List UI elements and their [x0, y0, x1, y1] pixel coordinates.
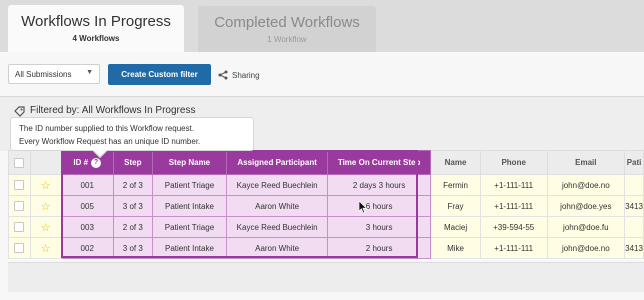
cell-id: 001	[60, 174, 114, 196]
share-icon	[218, 70, 228, 80]
cell-participant: Aaron White	[226, 195, 328, 217]
workflow-table: ID #? Step Step Name Assigned Participan…	[8, 150, 644, 260]
select-all-checkbox[interactable]	[8, 150, 31, 175]
tooltip-line: Every Workflow Request has an unique ID …	[19, 137, 201, 146]
cell-extra	[624, 174, 644, 196]
column-header-label: ID #	[73, 157, 89, 167]
cell-extra	[624, 216, 644, 238]
column-header-step[interactable]: Step	[112, 150, 153, 175]
cell-time: 2 days 3 hours	[326, 174, 432, 196]
cell-phone: +1-111-111	[479, 237, 548, 259]
table-row[interactable]: ☆ 002 3 of 3 Patient Intake Aaron White …	[8, 237, 644, 259]
cell-name: Mike	[430, 237, 481, 259]
tab-title: Workflows In Progress	[21, 13, 171, 30]
cell-step-name: Patient Triage	[151, 216, 228, 238]
submissions-select-value: All Submissions	[15, 70, 72, 79]
table-row[interactable]: ☆ 001 2 of 3 Patient Triage Kayce Reed B…	[8, 174, 644, 196]
tooltip-line: The ID number supplied to this Workflow …	[19, 124, 195, 133]
column-header-id[interactable]: ID #?	[60, 150, 114, 175]
tab-subtitle: 4 Workflows	[72, 34, 120, 43]
cell-step: 2 of 3	[112, 216, 153, 238]
cell-email: john@doe.no	[546, 237, 626, 259]
sharing-label: Sharing	[232, 70, 260, 80]
column-header-phone[interactable]: Phone	[479, 150, 548, 175]
tag-icon	[14, 106, 25, 117]
row-checkbox[interactable]	[8, 237, 31, 259]
tab-completed-workflows[interactable]: Completed Workflows 1 Workflow	[198, 6, 376, 52]
main-panel: All Submissions ▼ Create Custom filter S…	[0, 52, 644, 300]
help-icon[interactable]: ?	[91, 157, 102, 168]
cell-step: 3 of 3	[112, 237, 153, 259]
row-checkbox[interactable]	[8, 195, 31, 217]
column-header-time-on-current-step[interactable]: Time On Current Step	[326, 150, 432, 175]
filter-label: Filtered by:	[30, 105, 80, 116]
table-footer	[8, 262, 644, 292]
cell-phone: +1-111-111	[479, 195, 548, 217]
cell-participant: Kayce Reed Buechlein	[226, 174, 328, 196]
cell-extra: 3413	[624, 237, 644, 259]
filter-bar: Filtered by: All Workflows In Progress T…	[0, 96, 644, 159]
cell-time: 3 hours	[326, 216, 432, 238]
create-custom-filter-button[interactable]: Create Custom filter	[108, 64, 211, 85]
chevron-down-icon: ▼	[86, 69, 93, 76]
tab-title: Completed Workflows	[214, 14, 360, 31]
cell-participant: Aaron White	[226, 237, 328, 259]
cell-id: 005	[60, 195, 114, 217]
cell-time: 2 hours	[326, 237, 432, 259]
column-header-name[interactable]: Name	[430, 150, 481, 175]
star-icon[interactable]: ☆	[29, 237, 62, 259]
column-header-email[interactable]: Email	[546, 150, 626, 175]
cell-step: 2 of 3	[112, 174, 153, 196]
cell-name: Fray	[430, 195, 481, 217]
cell-step-name: Patient Intake	[151, 195, 228, 217]
tab-workflows-in-progress[interactable]: Workflows In Progress 4 Workflows	[8, 5, 184, 52]
cell-email: john@doe.no	[546, 174, 626, 196]
column-header-step-name[interactable]: Step Name	[151, 150, 228, 175]
cell-step: 3 of 3	[112, 195, 153, 217]
column-header-assigned-participant[interactable]: Assigned Participant	[226, 150, 328, 175]
filter-summary: Filtered by: All Workflows In Progress	[30, 105, 195, 116]
filter-value: All Workflows In Progress	[81, 105, 196, 116]
cell-phone: +1-111-111	[479, 174, 548, 196]
cell-time: 6 hours	[326, 195, 432, 217]
star-icon[interactable]: ☆	[29, 216, 62, 238]
cell-id: 002	[60, 237, 114, 259]
column-header-pati[interactable]: Pati	[624, 150, 644, 175]
cell-phone: +39-594-55	[479, 216, 548, 238]
cell-step-name: Patient Intake	[151, 237, 228, 259]
mouse-cursor-icon	[359, 201, 368, 214]
row-checkbox[interactable]	[8, 174, 31, 196]
toolbar: All Submissions ▼ Create Custom filter S…	[0, 52, 644, 96]
submissions-select[interactable]: All Submissions ▼	[8, 64, 100, 84]
star-icon[interactable]: ☆	[29, 174, 62, 196]
cell-participant: Kayce Reed Buechlein	[226, 216, 328, 238]
cell-email: john@doe.yes	[546, 195, 626, 217]
cell-id: 003	[60, 216, 114, 238]
table-row[interactable]: ☆ 005 3 of 3 Patient Intake Aaron White …	[8, 195, 644, 217]
id-column-tooltip: The ID number supplied to this Workflow …	[10, 117, 254, 159]
star-icon[interactable]: ☆	[29, 195, 62, 217]
cell-step-name: Patient Triage	[151, 174, 228, 196]
tab-bar: Workflows In Progress 4 Workflows Comple…	[0, 0, 644, 52]
row-checkbox[interactable]	[8, 216, 31, 238]
sharing-button[interactable]: Sharing	[218, 66, 260, 84]
cell-email: john@doe.fu	[546, 216, 626, 238]
tab-subtitle: 1 Workflow	[267, 35, 307, 44]
table-row[interactable]: ☆ 003 2 of 3 Patient Triage Kayce Reed B…	[8, 216, 644, 238]
cell-name: Maciej	[430, 216, 481, 238]
cell-extra: 3413	[624, 195, 644, 217]
cell-name: Fermin	[430, 174, 481, 196]
favorite-column-header	[29, 150, 62, 175]
